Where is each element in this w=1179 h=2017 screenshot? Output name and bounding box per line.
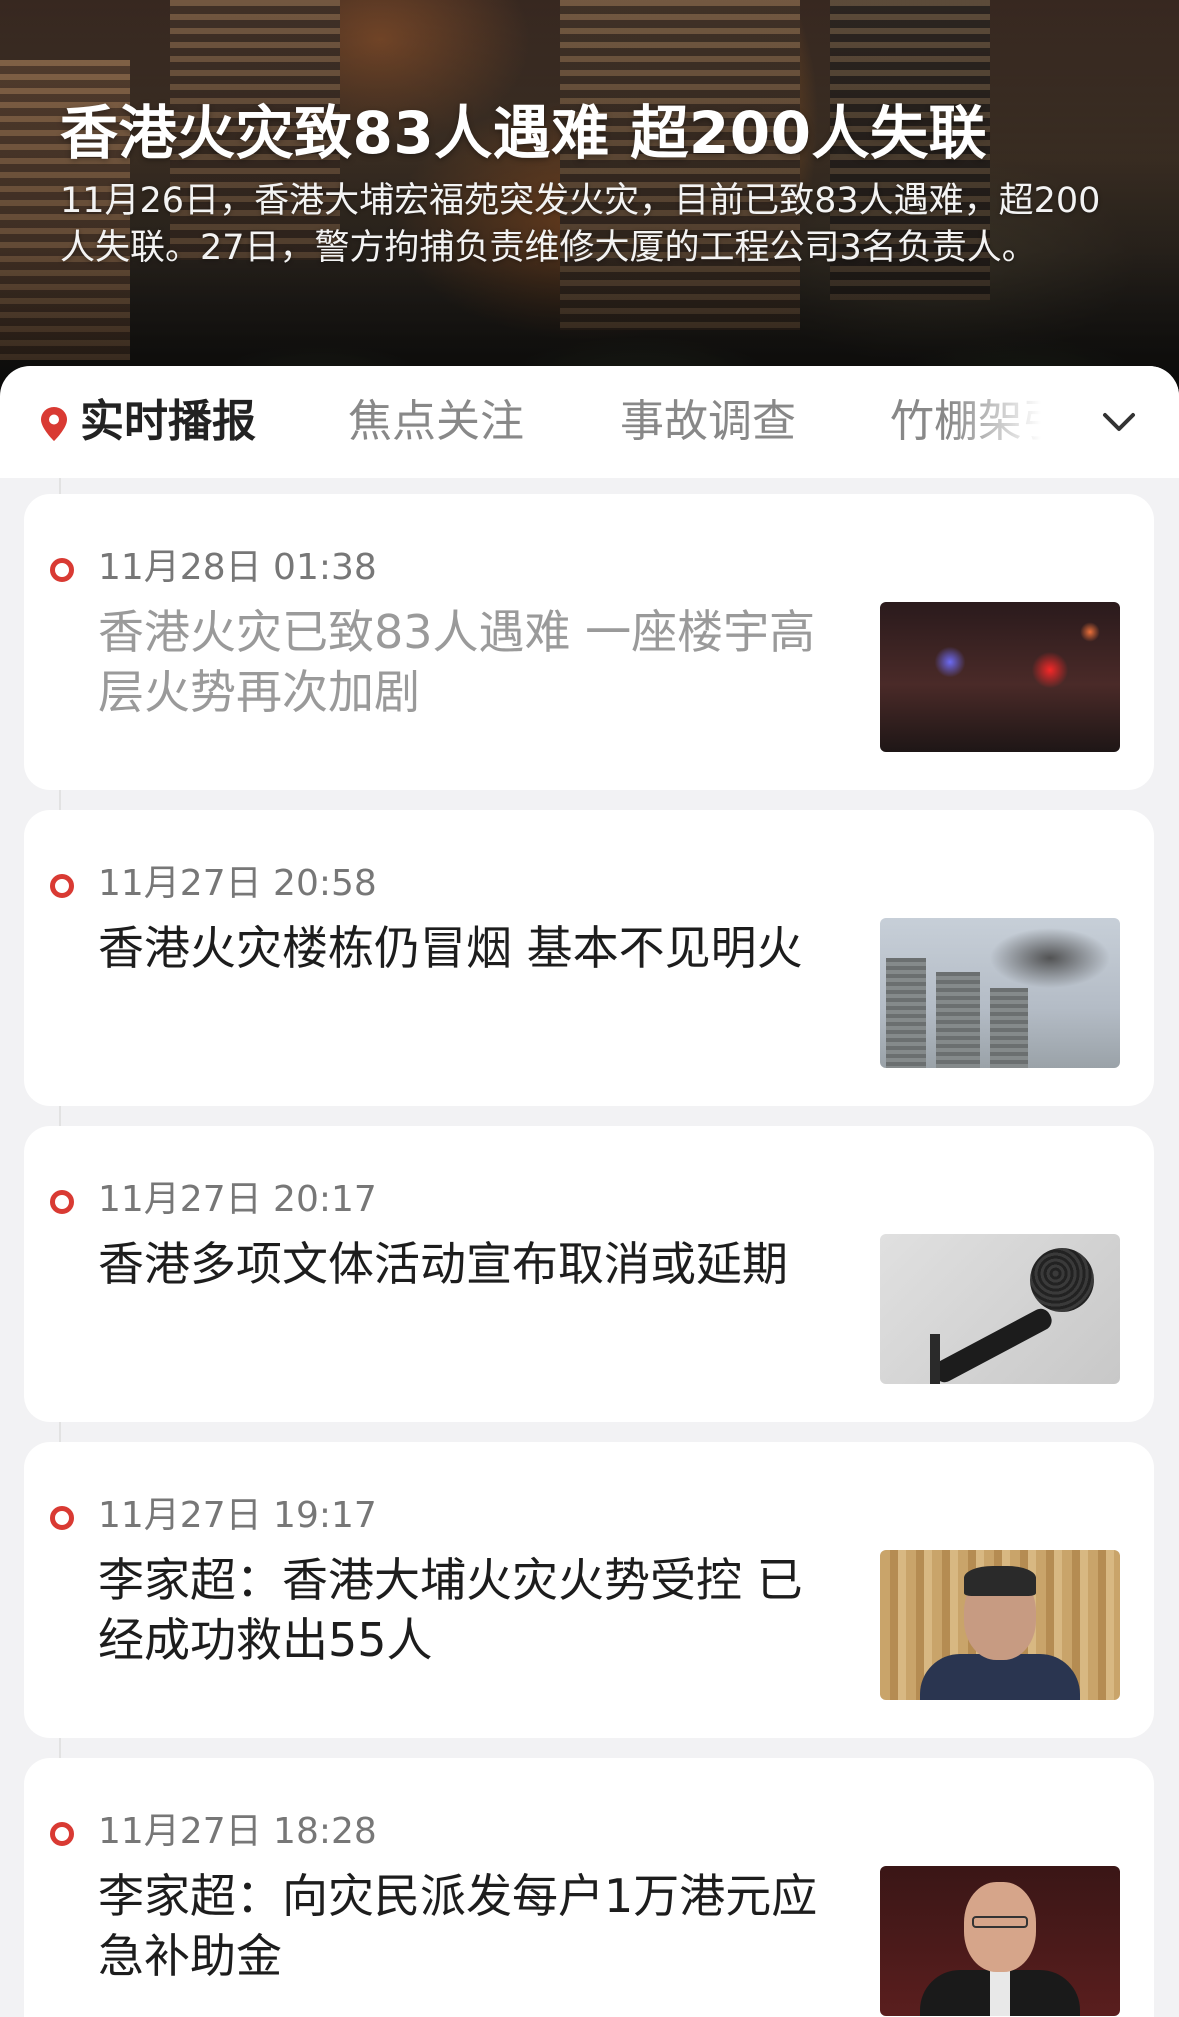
timeline-dot-icon	[50, 1190, 74, 1214]
news-thumbnail[interactable]	[880, 1234, 1120, 1384]
news-card[interactable]: 11月27日 20:58 香港火灾楼栋仍冒烟 基本不见明火	[24, 810, 1154, 1106]
news-thumbnail[interactable]	[880, 1866, 1120, 2016]
news-headline[interactable]: 李家超：向灾民派发每户1万港元应急补助金	[98, 1866, 838, 1986]
thumb-tower	[886, 958, 926, 1068]
news-card[interactable]: 11月28日 01:38 香港火灾已致83人遇难 一座楼宇高层火势再次加剧	[24, 494, 1154, 790]
thumb-portrait	[964, 1566, 1036, 1596]
news-time: 11月27日 19:17	[98, 1495, 377, 1536]
thumb-tower	[990, 988, 1028, 1068]
timeline-dot-icon	[50, 1506, 74, 1530]
news-thumbnail[interactable]	[880, 602, 1120, 752]
chevron-down-icon[interactable]	[1099, 404, 1139, 440]
thumb-microphone	[930, 1305, 1056, 1384]
news-card[interactable]: 11月27日 19:17 李家超：香港大埔火灾火势受控 已经成功救出55人	[24, 1442, 1154, 1738]
thumb-portrait	[920, 1654, 1080, 1700]
thumb-portrait	[990, 1970, 1010, 2016]
news-headline[interactable]: 李家超：香港大埔火灾火势受控 已经成功救出55人	[98, 1550, 838, 1670]
tab-live-broadcast[interactable]: 实时播报	[80, 394, 256, 450]
tab-fade-overlay	[949, 366, 1179, 478]
tab-investigation[interactable]: 事故调查	[620, 394, 796, 450]
timeline-dot-icon	[50, 1822, 74, 1846]
thumb-tower	[936, 972, 980, 1068]
thumb-microphone	[930, 1334, 940, 1384]
news-time: 11月27日 18:28	[98, 1811, 377, 1852]
news-time: 11月28日 01:38	[98, 547, 377, 588]
hero-title: 香港火灾致83人遇难 超200人失联	[60, 99, 987, 167]
news-thumbnail[interactable]	[880, 918, 1120, 1068]
news-timeline: 11月28日 01:38 香港火灾已致83人遇难 一座楼宇高层火势再次加剧 11…	[0, 478, 1179, 2017]
thumb-microphone	[1030, 1248, 1094, 1312]
hero-description: 11月26日，香港大埔宏福苑突发火灾，目前已致83人遇难，超200人失联。27日…	[60, 181, 1101, 268]
news-headline[interactable]: 香港火灾楼栋仍冒烟 基本不见明火	[98, 918, 838, 978]
tab-bar: 实时播报 焦点关注 事故调查 竹棚架引	[0, 366, 1179, 478]
news-headline[interactable]: 香港多项文体活动宣布取消或延期	[98, 1234, 838, 1294]
timeline-dot-icon	[50, 558, 74, 582]
news-card[interactable]: 11月27日 20:17 香港多项文体活动宣布取消或延期	[24, 1126, 1154, 1422]
location-pin-icon	[41, 407, 67, 441]
thumb-portrait	[972, 1916, 1028, 1928]
timeline-dot-icon	[50, 874, 74, 898]
hero-banner: 香港火灾致83人遇难 超200人失联 11月26日，香港大埔宏福苑突发火灾，目前…	[0, 0, 1179, 400]
news-time: 11月27日 20:17	[98, 1179, 377, 1220]
news-time: 11月27日 20:58	[98, 863, 377, 904]
tab-focus[interactable]: 焦点关注	[348, 394, 524, 450]
news-thumbnail[interactable]	[880, 1550, 1120, 1700]
news-card[interactable]: 11月27日 18:28 李家超：向灾民派发每户1万港元应急补助金	[24, 1758, 1154, 2017]
news-headline[interactable]: 香港火灾已致83人遇难 一座楼宇高层火势再次加剧	[98, 602, 838, 722]
